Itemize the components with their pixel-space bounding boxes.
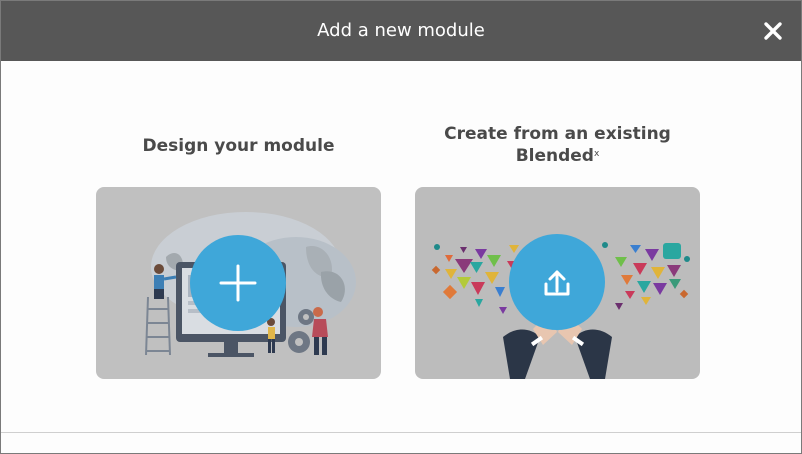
- close-icon: [764, 22, 782, 40]
- footer-divider: [1, 432, 801, 433]
- create-from-existing-card[interactable]: [415, 187, 700, 379]
- design-module-title: Design your module: [142, 136, 335, 156]
- dialog-header: Add a new module: [1, 1, 801, 61]
- plus-icon: [219, 264, 257, 302]
- add-button[interactable]: [190, 235, 286, 331]
- add-module-dialog: Add a new module Design your module Crea…: [0, 0, 802, 454]
- upload-button[interactable]: [509, 234, 605, 330]
- design-module-card[interactable]: [96, 187, 381, 379]
- create-from-existing-title: Create from an existing Blendedx: [415, 123, 700, 167]
- upload-icon: [544, 270, 570, 296]
- dialog-title: Add a new module: [317, 20, 485, 41]
- close-button[interactable]: [763, 21, 783, 41]
- create-from-existing-label: Create from an existing Blended: [444, 124, 671, 166]
- title-mark: x: [593, 149, 600, 159]
